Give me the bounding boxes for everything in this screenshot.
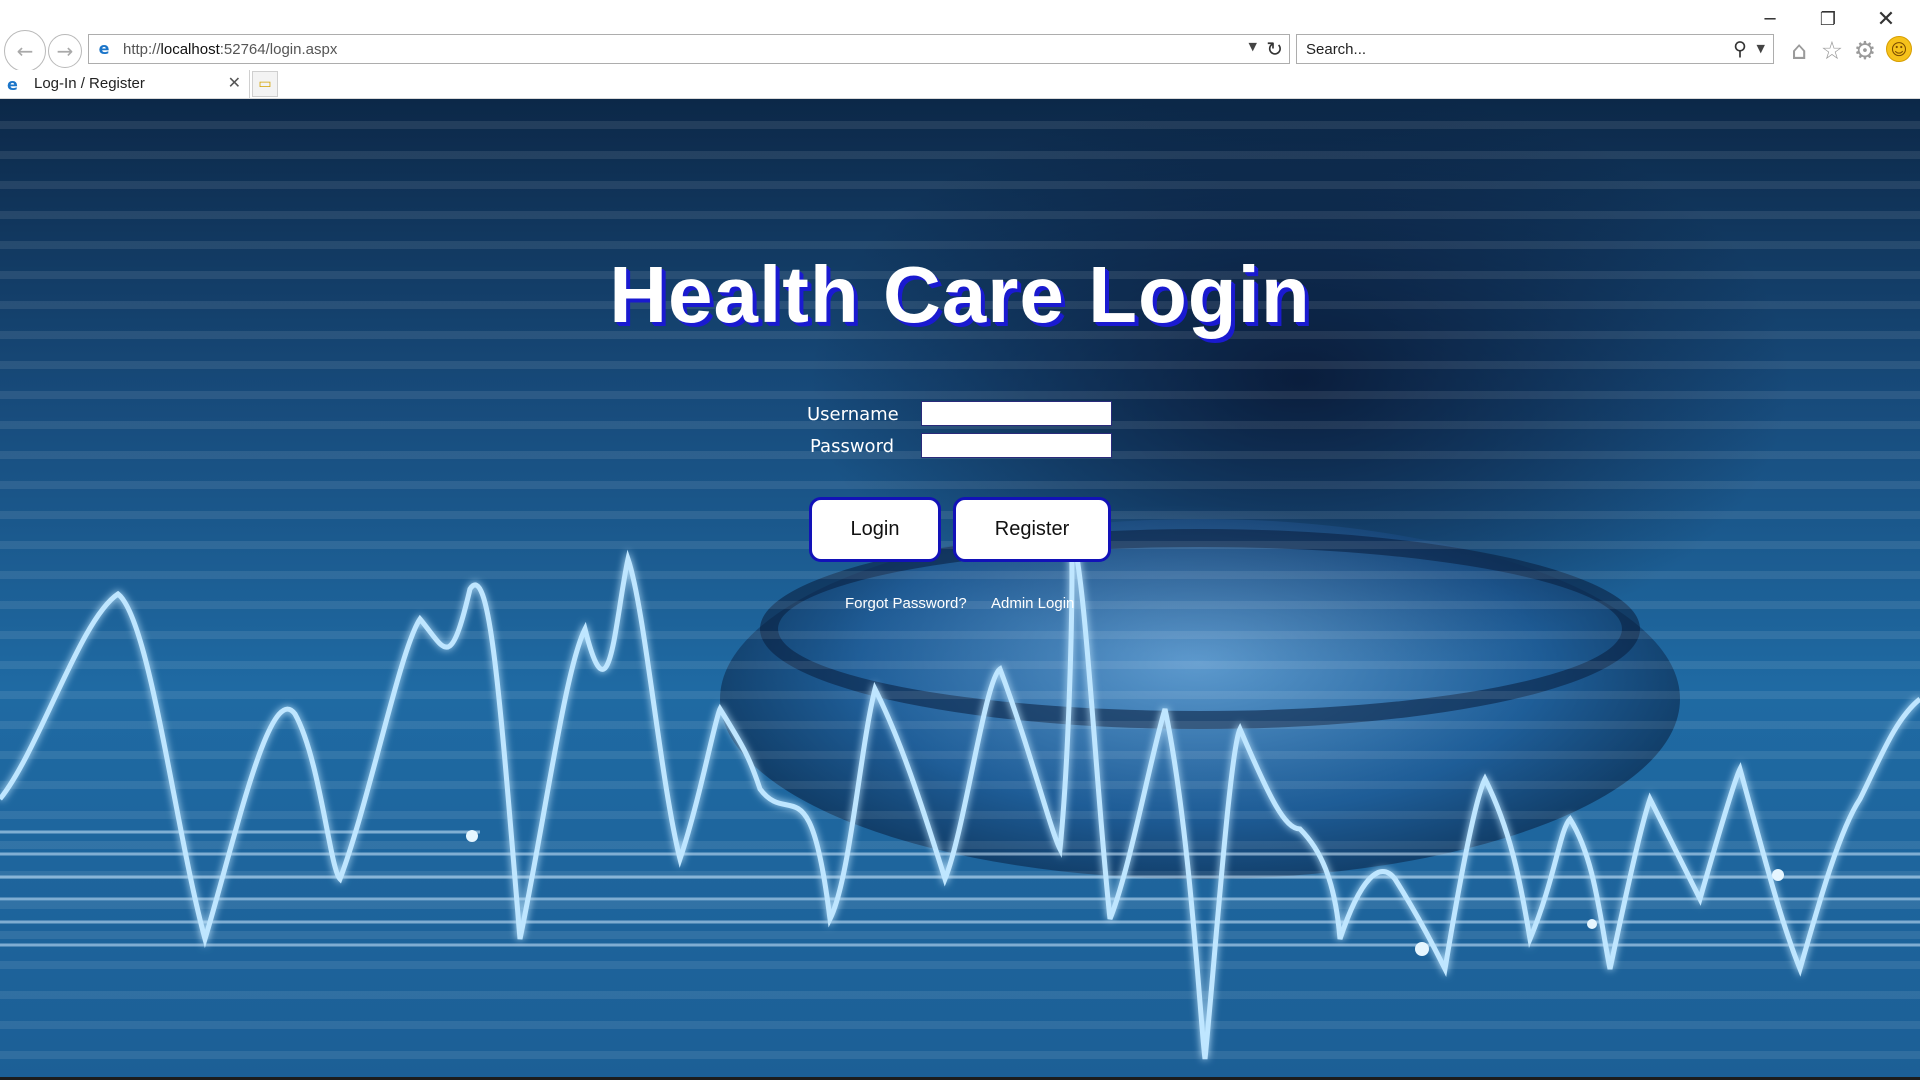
home-icon[interactable]: ⌂ bbox=[1785, 36, 1813, 65]
minimize-button[interactable]: ─ bbox=[1752, 6, 1788, 32]
tab-login-register[interactable]: e Log-In / Register ✕ bbox=[0, 70, 250, 98]
ie-tab-icon: e bbox=[7, 75, 18, 94]
address-dropdown-icon[interactable]: ▼ bbox=[1249, 40, 1257, 53]
password-input[interactable] bbox=[921, 433, 1112, 458]
smiley-icon[interactable]: ☺ bbox=[1886, 36, 1912, 62]
search-input[interactable]: Search... bbox=[1306, 41, 1366, 58]
tab-title: Log-In / Register bbox=[34, 75, 145, 92]
register-button[interactable]: Register bbox=[953, 497, 1111, 562]
heartbeat-wave-graphic bbox=[0, 527, 1920, 1060]
login-button[interactable]: Login bbox=[809, 497, 941, 562]
search-icon[interactable]: ⚲ bbox=[1733, 38, 1747, 60]
new-tab-button[interactable]: ▭ bbox=[252, 71, 278, 97]
address-bar[interactable]: e http://localhost:52764/login.aspx ▼ ↻ bbox=[88, 34, 1290, 64]
restore-button[interactable]: ❐ bbox=[1810, 6, 1846, 32]
page-title: Health Care Login bbox=[609, 250, 1311, 339]
url-scheme: http:// bbox=[123, 41, 161, 58]
forward-button[interactable]: → bbox=[48, 34, 82, 68]
search-dropdown-icon[interactable]: ▼ bbox=[1757, 42, 1765, 55]
admin-login-link[interactable]: Admin Login bbox=[991, 595, 1074, 612]
new-tab-icon: ▭ bbox=[258, 76, 272, 92]
browser-chrome: ─ ❐ ✕ ← → e http://localhost:52764/login… bbox=[0, 0, 1920, 99]
refresh-icon[interactable]: ↻ bbox=[1266, 37, 1283, 61]
url-path: :52764/login.aspx bbox=[219, 41, 338, 58]
forward-arrow-icon: → bbox=[56, 39, 74, 63]
gear-icon[interactable]: ⚙ bbox=[1851, 36, 1879, 65]
username-input[interactable] bbox=[921, 401, 1112, 426]
url-host: localhost bbox=[160, 41, 220, 58]
back-arrow-icon: ← bbox=[16, 39, 34, 63]
tab-close-icon[interactable]: ✕ bbox=[228, 73, 241, 92]
login-page: Health Care Login Username Password Logi… bbox=[0, 99, 1920, 1080]
close-window-button[interactable]: ✕ bbox=[1868, 6, 1904, 32]
url-text[interactable]: http://localhost:52764/login.aspx bbox=[123, 41, 337, 58]
password-label: Password bbox=[810, 436, 895, 457]
browser-window: ─ ❐ ✕ ← → e http://localhost:52764/login… bbox=[0, 0, 1920, 1080]
username-label: Username bbox=[807, 404, 899, 425]
search-box[interactable]: Search... ⚲ ▼ bbox=[1296, 34, 1774, 64]
ie-page-icon: e bbox=[98, 39, 110, 58]
forgot-password-link[interactable]: Forgot Password? bbox=[845, 595, 967, 612]
back-button[interactable]: ← bbox=[4, 30, 46, 72]
star-icon[interactable]: ☆ bbox=[1818, 36, 1846, 65]
